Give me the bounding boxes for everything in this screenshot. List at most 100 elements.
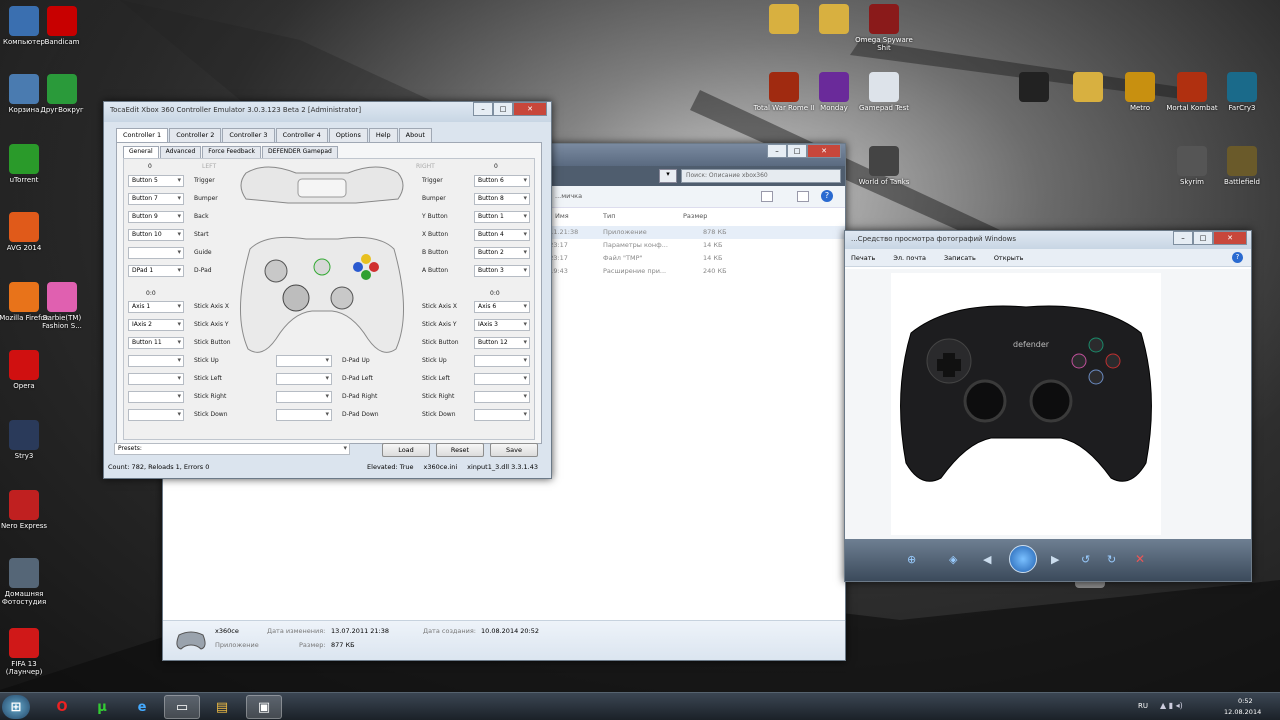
left-direction-dropdown[interactable] (128, 391, 184, 403)
subtab-advanced[interactable]: Advanced (159, 146, 202, 158)
desktop-icon-7[interactable]: Barbie(TM) Fashion S... (30, 282, 94, 330)
next-icon[interactable]: ▶ (1051, 553, 1059, 566)
dpad-dropdown[interactable] (276, 409, 332, 421)
left-direction-dropdown[interactable] (128, 373, 184, 385)
right-direction-dropdown[interactable] (474, 391, 530, 403)
help-icon[interactable]: ? (1232, 252, 1243, 263)
left-trigger-dropdown[interactable]: Button 5 (128, 175, 184, 187)
actual-size-icon[interactable]: ◈ (949, 553, 957, 566)
desktop-icon-right-10[interactable]: FarCry3 (1210, 72, 1274, 112)
maximize-button[interactable]: □ (787, 144, 807, 158)
tab-controller-4[interactable]: Controller 4 (275, 128, 328, 142)
taskbar-opera-icon[interactable]: O (44, 695, 80, 719)
close-button[interactable]: ✕ (1213, 231, 1247, 245)
language-indicator[interactable]: RU (1138, 702, 1148, 710)
maximize-button[interactable]: □ (1193, 231, 1213, 245)
minimize-button[interactable]: – (767, 144, 787, 158)
previous-icon[interactable]: ◀ (983, 553, 991, 566)
desktop-icon-10[interactable]: Nero Express (0, 490, 56, 530)
desktop-icon-right-11[interactable]: World of Tanks (852, 146, 916, 186)
menu-email[interactable]: Эл. почта (893, 254, 926, 262)
load-button[interactable]: Load (382, 443, 430, 457)
minimize-button[interactable]: – (473, 102, 493, 116)
help-icon[interactable]: ? (821, 190, 833, 202)
delete-icon[interactable]: ✕ (1135, 552, 1145, 566)
right-direction-dropdown[interactable] (474, 355, 530, 367)
desktop-icon-right-13[interactable]: Battlefield (1210, 146, 1274, 186)
right-direction-dropdown[interactable] (474, 373, 530, 385)
right-stick-dropdown[interactable]: Button 12 (474, 337, 530, 349)
right-stick-dropdown[interactable]: IAxis 3 (474, 319, 530, 331)
right-bumper-dropdown[interactable]: Button 8 (474, 193, 530, 205)
rotate-left-icon[interactable]: ↺ (1081, 553, 1090, 566)
reset-button[interactable]: Reset (436, 443, 484, 457)
desktop-icon-5[interactable]: AVG 2014 (0, 212, 56, 252)
start-button[interactable]: ⊞ (2, 695, 30, 719)
right-a-button-dropdown[interactable]: Button 3 (474, 265, 530, 277)
tray-icons[interactable]: ▲ ▮ ◂) (1160, 701, 1183, 710)
presets-dropdown[interactable]: Presets: (114, 443, 350, 455)
tab-controller-3[interactable]: Controller 3 (222, 128, 275, 142)
desktop-icon-8[interactable]: Opera (0, 350, 56, 390)
tab-options[interactable]: Options (328, 128, 368, 142)
subtab-force-feedback[interactable]: Force Feedback (202, 146, 262, 158)
desktop-icon-12[interactable]: FIFA 13 (Лаунчер) (0, 628, 56, 676)
left-stick-dropdown[interactable]: IAxis 2 (128, 319, 184, 331)
subtab-defender-gamepad[interactable]: DEFENDER Gamepad (262, 146, 338, 158)
desktop-icon-11[interactable]: Домашняя Фотостудия (0, 558, 56, 606)
left-direction-dropdown[interactable] (128, 355, 184, 367)
taskbar-explorer-button[interactable]: ▭ (164, 695, 200, 719)
menu-open[interactable]: Открыть (994, 254, 1024, 262)
desktop-icon-9[interactable]: Stry3 (0, 420, 56, 460)
col-type[interactable]: Тип (603, 212, 615, 220)
left-stick-dropdown[interactable]: Axis 1 (128, 301, 184, 313)
slideshow-button[interactable] (1009, 545, 1037, 573)
maximize-button[interactable]: □ (493, 102, 513, 116)
left-back-dropdown[interactable]: Button 9 (128, 211, 184, 223)
minimize-button[interactable]: – (1173, 231, 1193, 245)
left-direction-dropdown[interactable] (128, 409, 184, 421)
menu-print[interactable]: Печать (851, 254, 875, 262)
subtab-general[interactable]: General (123, 146, 159, 158)
dpad-dropdown[interactable] (276, 391, 332, 403)
taskbar-photo-viewer-button[interactable]: ▣ (246, 695, 282, 719)
taskbar-ie-icon[interactable]: e (124, 695, 160, 719)
left-start-dropdown[interactable]: Button 10 (128, 229, 184, 241)
save-button[interactable]: Save (490, 443, 538, 457)
close-button[interactable]: ✕ (807, 144, 841, 158)
col-size[interactable]: Размер (683, 212, 707, 220)
desktop-icon-1[interactable]: Bandicam (30, 6, 94, 46)
clock-date[interactable]: 12.08.2014 (1224, 708, 1261, 716)
right-x-button-dropdown[interactable]: Button 4 (474, 229, 530, 241)
address-dropdown[interactable]: ▾ (659, 169, 677, 183)
desktop-icon-right-5[interactable]: Gamepad Test (852, 72, 916, 112)
clock-time[interactable]: 0:52 (1238, 697, 1253, 705)
desktop-icon-right-2[interactable]: Omega Spyware Shit (852, 4, 916, 52)
left-d-pad-dropdown[interactable]: DPad 1 (128, 265, 184, 277)
left-guide-dropdown[interactable] (128, 247, 184, 259)
rotate-right-icon[interactable]: ↻ (1107, 553, 1116, 566)
close-button[interactable]: ✕ (513, 102, 547, 116)
view-toggle-icon[interactable] (761, 191, 773, 202)
right-stick-dropdown[interactable]: Axis 6 (474, 301, 530, 313)
tab-about[interactable]: About (398, 128, 432, 142)
taskbar-folder-icon[interactable]: ▤ (204, 695, 240, 719)
preview-pane-icon[interactable] (797, 191, 809, 202)
col-name[interactable]: Имя (555, 212, 569, 220)
desktop-icon-4[interactable]: uTorrent (0, 144, 56, 184)
left-bumper-dropdown[interactable]: Button 7 (128, 193, 184, 205)
search-input[interactable]: Поиск: Описание xbox360 (681, 169, 841, 183)
left-stick-dropdown[interactable]: Button 11 (128, 337, 184, 349)
right-y-button-dropdown[interactable]: Button 1 (474, 211, 530, 223)
right-direction-dropdown[interactable] (474, 409, 530, 421)
taskbar-utorrent-icon[interactable]: µ (84, 695, 120, 719)
tab-controller-2[interactable]: Controller 2 (169, 128, 222, 142)
dpad-dropdown[interactable] (276, 373, 332, 385)
zoom-icon[interactable]: ⊕ (907, 553, 916, 566)
desktop-icon-3[interactable]: ДругВокруг (30, 74, 94, 114)
right-b-button-dropdown[interactable]: Button 2 (474, 247, 530, 259)
tab-controller-1[interactable]: Controller 1 (116, 128, 169, 142)
dpad-dropdown[interactable] (276, 355, 332, 367)
menu-burn[interactable]: Записать (944, 254, 976, 262)
tab-help[interactable]: Help (368, 128, 398, 142)
